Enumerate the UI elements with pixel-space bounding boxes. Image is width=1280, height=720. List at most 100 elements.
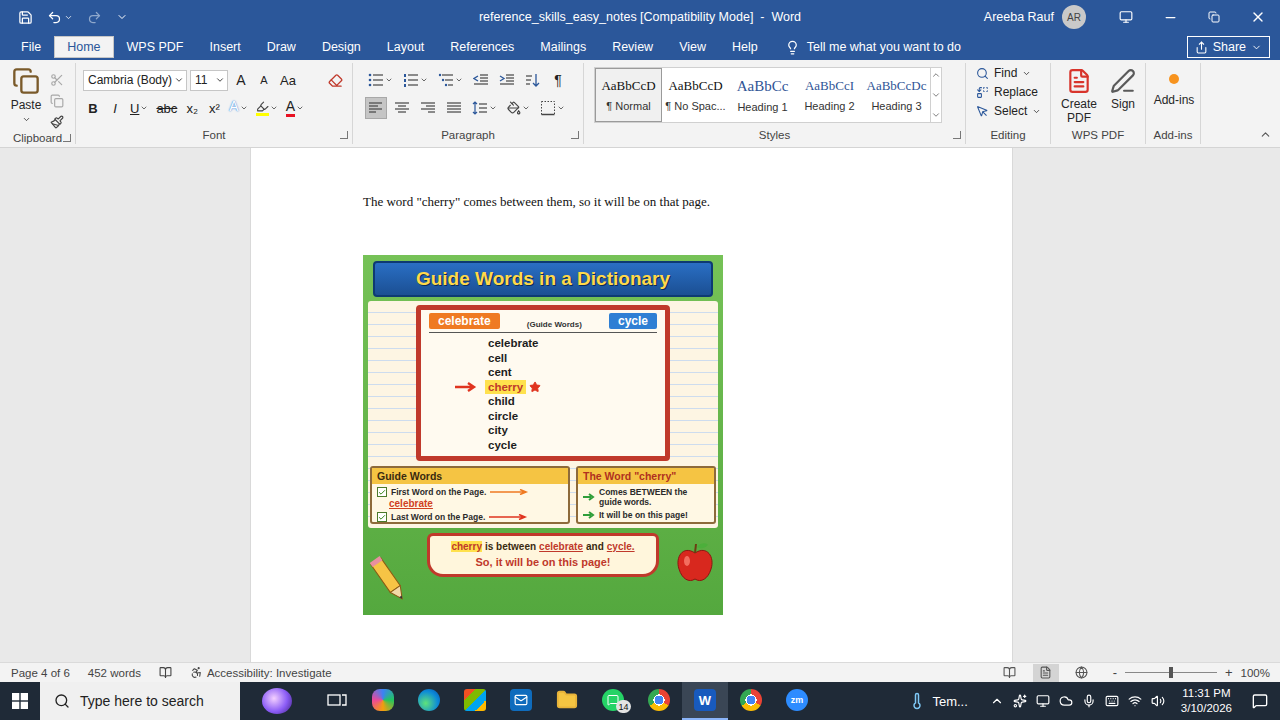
close-button[interactable] [1236, 0, 1280, 34]
keyboard-icon[interactable] [1105, 694, 1119, 708]
editing-button[interactable]: Find [976, 66, 1050, 80]
show-hidden-icons[interactable] [990, 694, 1004, 708]
accessibility-status[interactable]: Accessibility: Investigate [190, 666, 332, 679]
font-name-box[interactable]: Cambria (Body) [83, 70, 187, 91]
shading-button[interactable] [504, 97, 533, 119]
format-button[interactable]: x² [204, 97, 224, 119]
ribbon-tab[interactable]: File [8, 36, 54, 58]
format-button[interactable]: U [127, 97, 151, 119]
clear-formatting-button[interactable] [325, 69, 346, 91]
customize-button[interactable] [116, 11, 128, 23]
editing-button[interactable]: Select [976, 104, 1050, 118]
outlook-taskbar-button[interactable] [498, 682, 544, 720]
ribbon-tab[interactable]: Layout [374, 36, 438, 58]
share-button[interactable]: Share [1187, 36, 1270, 58]
align-justify-button[interactable] [443, 97, 465, 119]
font-size-box[interactable]: 11 [190, 70, 228, 91]
font-size-button[interactable]: Aa [277, 69, 299, 91]
taskbar-search[interactable]: Type here to search [40, 682, 240, 720]
collapse-ribbon-icon[interactable] [1259, 128, 1272, 141]
decrease-indent-button[interactable] [470, 69, 492, 91]
save-button[interactable] [18, 10, 33, 25]
highlight-button[interactable] [253, 97, 281, 119]
zoom-level[interactable]: 100% [1241, 667, 1270, 679]
show-marks-button[interactable]: ¶ [548, 69, 568, 91]
zoom-thumb[interactable] [1169, 667, 1173, 678]
undo-button[interactable] [47, 10, 73, 25]
print-view-button[interactable] [1033, 664, 1059, 682]
style-item[interactable]: AaBbCcIHeading 2 [796, 68, 863, 122]
editing-button[interactable]: Replace [976, 85, 1050, 99]
font-size-button[interactable]: A [231, 69, 251, 91]
ribbon-tab[interactable]: Design [309, 36, 374, 58]
store-taskbar-button[interactable] [452, 682, 498, 720]
format-painter-button[interactable] [50, 115, 64, 129]
wps-button[interactable]: Create PDF [1059, 68, 1099, 126]
align-left-button[interactable] [365, 97, 387, 119]
text-effects-button[interactable]: A [226, 97, 250, 119]
microphone-icon[interactable] [1082, 694, 1096, 708]
paste-button[interactable]: Paste [8, 67, 44, 129]
format-button[interactable]: x₂ [182, 97, 202, 119]
align-center-button[interactable] [391, 97, 413, 119]
proofing-status[interactable] [159, 666, 172, 679]
weather-widget[interactable]: Tem... [894, 682, 981, 720]
wps-button[interactable]: Sign [1103, 68, 1143, 126]
ribbon-tab[interactable]: View [666, 36, 719, 58]
cut-button[interactable] [50, 73, 64, 87]
font-color-button[interactable]: A [283, 97, 307, 119]
format-button[interactable]: I [105, 97, 125, 119]
copilot-taskbar-button[interactable] [360, 682, 406, 720]
tell-me-search[interactable]: Tell me what you want to do [785, 36, 961, 58]
chrome-taskbar-button[interactable] [728, 682, 774, 720]
page-count[interactable]: Page 4 of 6 [11, 667, 70, 679]
whatsapp-taskbar-button[interactable]: 14 [590, 682, 636, 720]
start-button[interactable] [0, 682, 40, 720]
format-button[interactable]: abc [153, 97, 180, 119]
volume-icon[interactable] [1151, 694, 1165, 708]
copy-button[interactable] [50, 94, 64, 108]
style-item[interactable]: AaBbCcHeading 1 [729, 68, 796, 122]
wps-tray-icon[interactable] [1013, 694, 1027, 708]
redo-button[interactable] [87, 10, 102, 25]
numbering-button[interactable] [400, 69, 431, 91]
borders-button[interactable] [537, 97, 568, 119]
zoom-slider[interactable] [1125, 672, 1217, 673]
bullets-button[interactable] [365, 69, 396, 91]
multilevel-button[interactable] [435, 69, 466, 91]
line-spacing-button[interactable] [469, 97, 500, 119]
style-item[interactable]: AaBbCcDcHeading 3 [863, 68, 930, 122]
dialog-launcher-icon[interactable] [63, 134, 71, 142]
clock[interactable]: 11:31 PM3/10/2026 [1173, 682, 1240, 720]
zoom-taskbar-button[interactable]: zm [774, 682, 820, 720]
web-view-button[interactable] [1069, 664, 1095, 682]
notifications-button[interactable] [1240, 682, 1280, 720]
word-count[interactable]: 452 words [88, 667, 141, 679]
increase-indent-button[interactable] [496, 69, 518, 91]
ribbon-tab[interactable]: References [437, 36, 527, 58]
ribbon-tab[interactable]: Review [599, 36, 666, 58]
restore-button[interactable] [1192, 0, 1236, 34]
dialog-launcher-icon[interactable] [953, 131, 961, 139]
format-button[interactable]: B [83, 97, 103, 119]
ribbon-tab[interactable]: Home [54, 36, 113, 58]
user-avatar[interactable]: AR [1062, 5, 1086, 29]
zoom-in-button[interactable]: + [1225, 665, 1233, 680]
style-item[interactable]: AaBbCcD¶ No Spac... [662, 68, 729, 122]
align-right-button[interactable] [417, 97, 439, 119]
ribbon-tab[interactable]: Help [719, 36, 771, 58]
minimize-button[interactable] [1148, 0, 1192, 34]
font-size-button[interactable]: A [254, 69, 274, 91]
ribbon-tab[interactable]: Draw [254, 36, 309, 58]
sort-button[interactable] [522, 69, 544, 91]
task-view-button[interactable] [314, 682, 360, 720]
zoom-out-button[interactable]: - [1113, 665, 1117, 680]
onedrive-icon[interactable] [1059, 694, 1073, 708]
display-tray-icon[interactable] [1036, 694, 1050, 708]
dialog-launcher-icon[interactable] [340, 131, 348, 139]
add-ins-button[interactable]: Add-ins [1152, 68, 1196, 126]
chrome-taskbar-button[interactable] [636, 682, 682, 720]
read-view-button[interactable] [997, 664, 1023, 682]
ribbon-tab[interactable]: Insert [196, 36, 253, 58]
dialog-launcher-icon[interactable] [571, 131, 579, 139]
